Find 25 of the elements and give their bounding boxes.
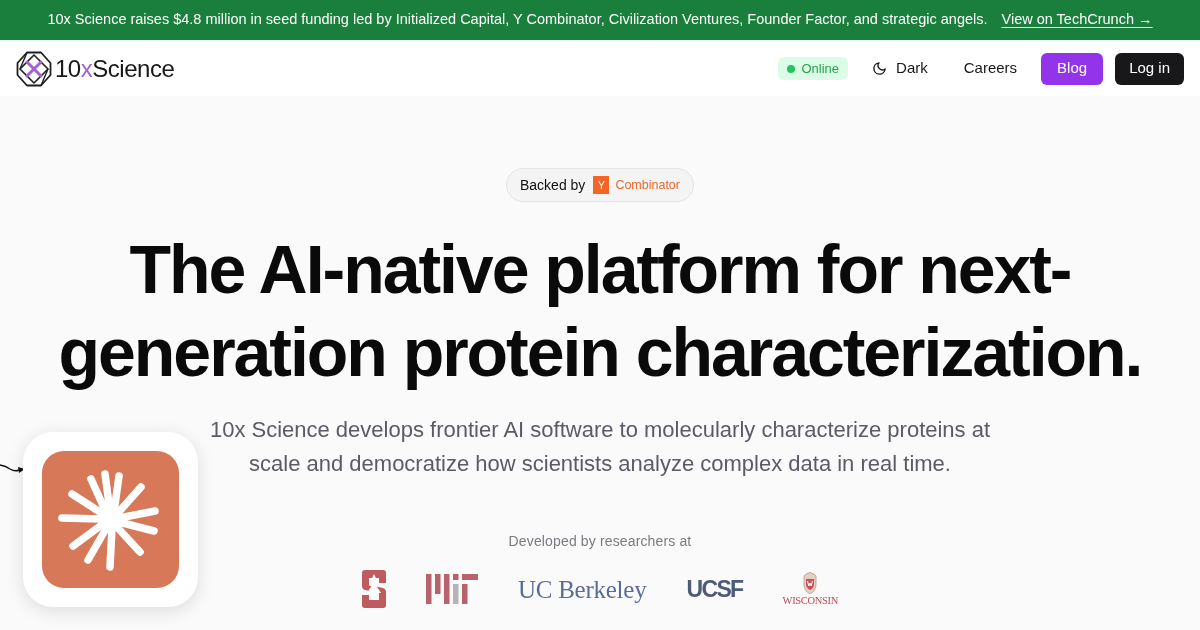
hero-headline: The AI-native platform for next-generation protein characterization. [57, 230, 1143, 392]
theme-toggle[interactable]: Dark [860, 52, 940, 85]
blog-button[interactable]: Blog [1041, 52, 1104, 85]
logos-caption: Developed by researchers at [508, 532, 692, 551]
techcrunch-link[interactable]: View on TechCrunch → [1001, 9, 1153, 31]
badge-label: Backed by [520, 175, 586, 195]
arrow-icon [0, 462, 25, 474]
university-wordmark: UC Berkeley [517, 576, 647, 602]
stanford-logo-icon [361, 570, 386, 608]
university-wordmark: UCSF [686, 577, 743, 601]
launcher-card[interactable] [23, 432, 198, 607]
login-button[interactable]: Log in [1115, 52, 1184, 85]
announcement-text: 10x Science raises $4.8 million in seed funding led by Initialized Capital, Y Combinator, Civilization Ventures, Founder Factor, and strategic angels. [47, 10, 988, 30]
partner-name: Combinator [615, 176, 680, 194]
moon-icon [872, 61, 888, 76]
nav-link[interactable]: Careers [951, 52, 1030, 85]
logo-icon[interactable] [16, 50, 52, 87]
crest-icon [802, 571, 819, 594]
hero-subtitle: 10x Science develops frontier AI software to molecularly characterize proteins at scale and democratize how scientists analyze complex data in real time. [208, 416, 992, 478]
status-label: Online [801, 59, 840, 78]
brand-name[interactable]: 10xScience [55, 56, 175, 81]
sparkle-icon [42, 451, 179, 588]
mit-logo-icon [425, 574, 478, 604]
logo-mark: Y [593, 176, 610, 194]
university-wordmark: WISCONSIN [782, 595, 839, 607]
